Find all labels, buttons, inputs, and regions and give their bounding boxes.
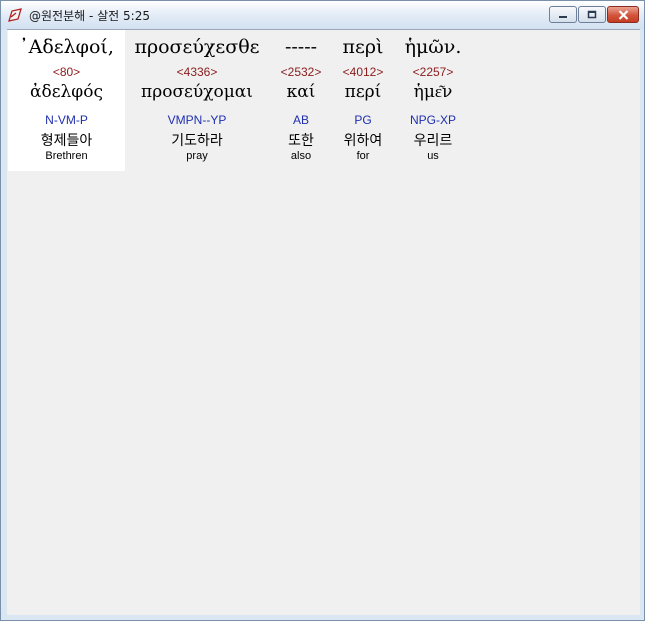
parsing-code: N-VM-P: [45, 113, 88, 127]
english-gloss: Brethren: [45, 150, 88, 162]
english-gloss: us: [427, 150, 439, 162]
greek-word: προσεύχεσθε: [134, 36, 260, 58]
parsing-code: AB: [292, 113, 309, 127]
korean-gloss: 우리르: [413, 133, 453, 149]
english-gloss: for: [356, 150, 370, 162]
title-bar[interactable]: @원전분해 - 살전 5:25: [1, 1, 644, 29]
lemma: καί: [286, 82, 316, 102]
window-title: @원전분해 - 살전 5:25: [29, 9, 150, 23]
strong-number: <4336>: [176, 65, 218, 79]
korean-gloss: 형제들아: [40, 133, 93, 149]
lemma: ἡμε͂ν: [413, 82, 453, 102]
greek-word: -----: [284, 36, 318, 58]
strong-number: <80>: [52, 65, 81, 79]
english-gloss: also: [290, 150, 312, 162]
lemma: περί: [344, 82, 382, 102]
greek-word: ᾿Αδελφοί,: [19, 36, 114, 58]
korean-gloss: 또한: [288, 133, 314, 149]
maximize-button[interactable]: [578, 6, 606, 23]
korean-gloss: 위하여: [343, 133, 383, 149]
word-column[interactable]: ----- <2532> καί AB 또한 also: [273, 30, 329, 171]
minimize-icon: [559, 15, 567, 18]
word-column[interactable]: περὶ <4012> περί PG 위하여 for: [335, 30, 391, 171]
strong-number: <2257>: [412, 65, 454, 79]
parsing-code: VMPN--YP: [167, 113, 227, 127]
lemma: προσεύχομαι: [141, 82, 253, 102]
close-button[interactable]: [607, 6, 639, 23]
greek-word: περὶ: [342, 36, 384, 58]
lemma: ἀδελφός: [30, 82, 103, 102]
word-column[interactable]: προσεύχεσθε <4336> προσεύχομαι VMPN--YP …: [129, 30, 265, 171]
parsing-code: PG: [354, 113, 372, 127]
word-column[interactable]: ᾿Αδελφοί, <80> ἀδελφός N-VM-P 형제들아 Breth…: [8, 30, 125, 171]
close-icon: [618, 9, 628, 20]
minimize-button[interactable]: [549, 6, 577, 23]
parsing-code: NPG-XP: [409, 113, 456, 127]
restore-icon: [587, 10, 597, 19]
app-icon[interactable]: [7, 7, 23, 23]
word-column[interactable]: ἡμῶν. <2257> ἡμε͂ν NPG-XP 우리르 us: [399, 30, 467, 171]
english-gloss: pray: [186, 150, 208, 162]
strong-number: <4012>: [342, 65, 384, 79]
korean-gloss: 기도하라: [171, 133, 223, 149]
strong-number: <2532>: [280, 65, 322, 79]
verse-analysis-panel: ᾿Αδελφοί, <80> ἀδελφός N-VM-P 형제들아 Breth…: [7, 29, 640, 615]
app-window: @원전분해 - 살전 5:25 ᾿Αδελφοί, <80> ἀδελφός N…: [0, 0, 645, 621]
greek-word: ἡμῶν.: [404, 36, 462, 58]
